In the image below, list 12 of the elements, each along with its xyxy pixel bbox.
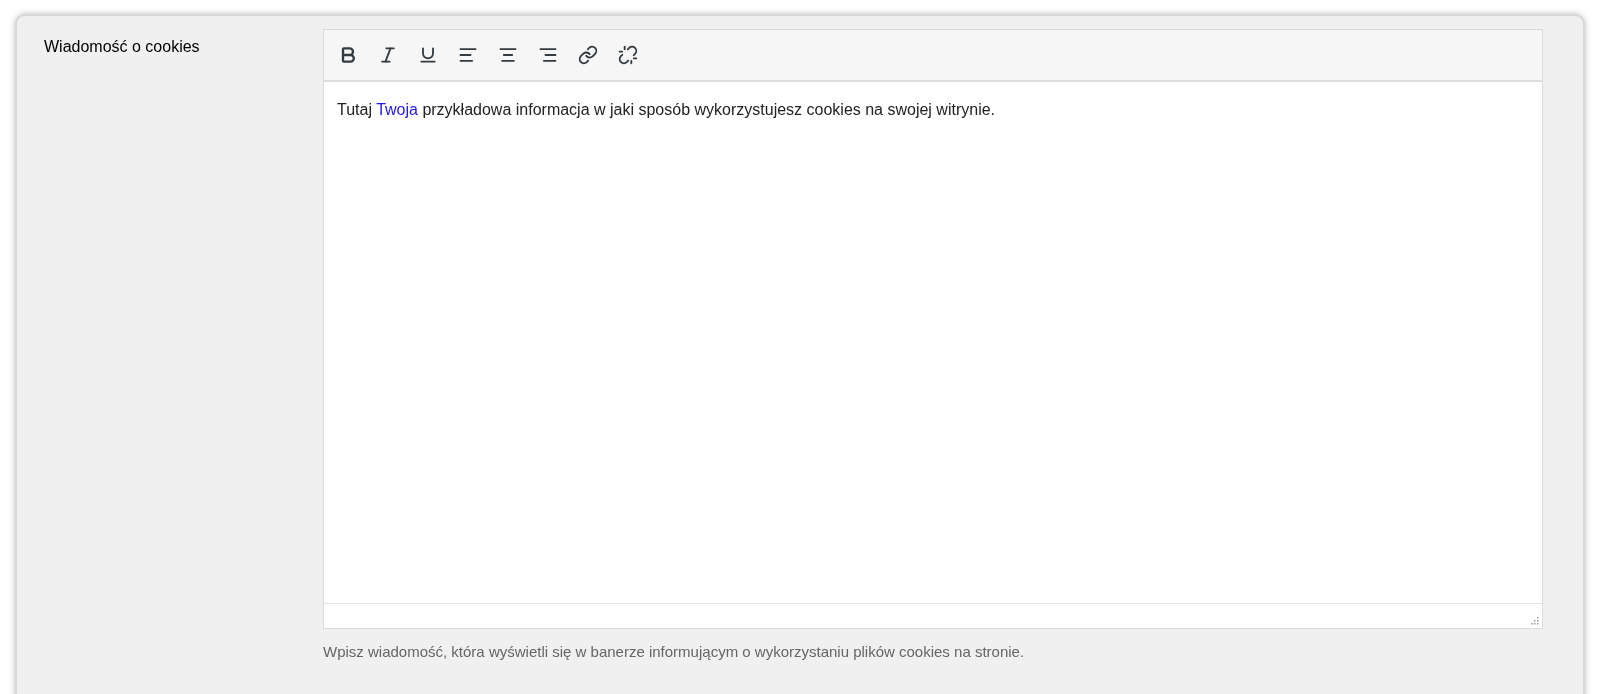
italic-icon [378,45,398,65]
help-text: Wpisz wiadomość, która wyświetli się w banerze informującym o wykorzystaniu plików cookies na stronie. [323,642,1026,662]
underline-icon [418,45,438,65]
content-paragraph: Tutaj Twoja przykładowa informacja w jaki sposób wykorzystujesz cookies na swojej witrynie. [337,100,997,120]
align-right-icon [538,45,558,65]
editor-content[interactable]: Tutaj Twoja przykładowa informacja w jaki sposób wykorzystujesz cookies na swojej witrynie. [324,82,1542,603]
align-left-icon [458,45,478,65]
unlink-icon [618,45,638,65]
field-label: Wiadomość o cookies [44,38,200,55]
link-icon [578,45,598,65]
resize-handle-icon[interactable] [1529,615,1539,625]
align-center-icon [498,45,518,65]
